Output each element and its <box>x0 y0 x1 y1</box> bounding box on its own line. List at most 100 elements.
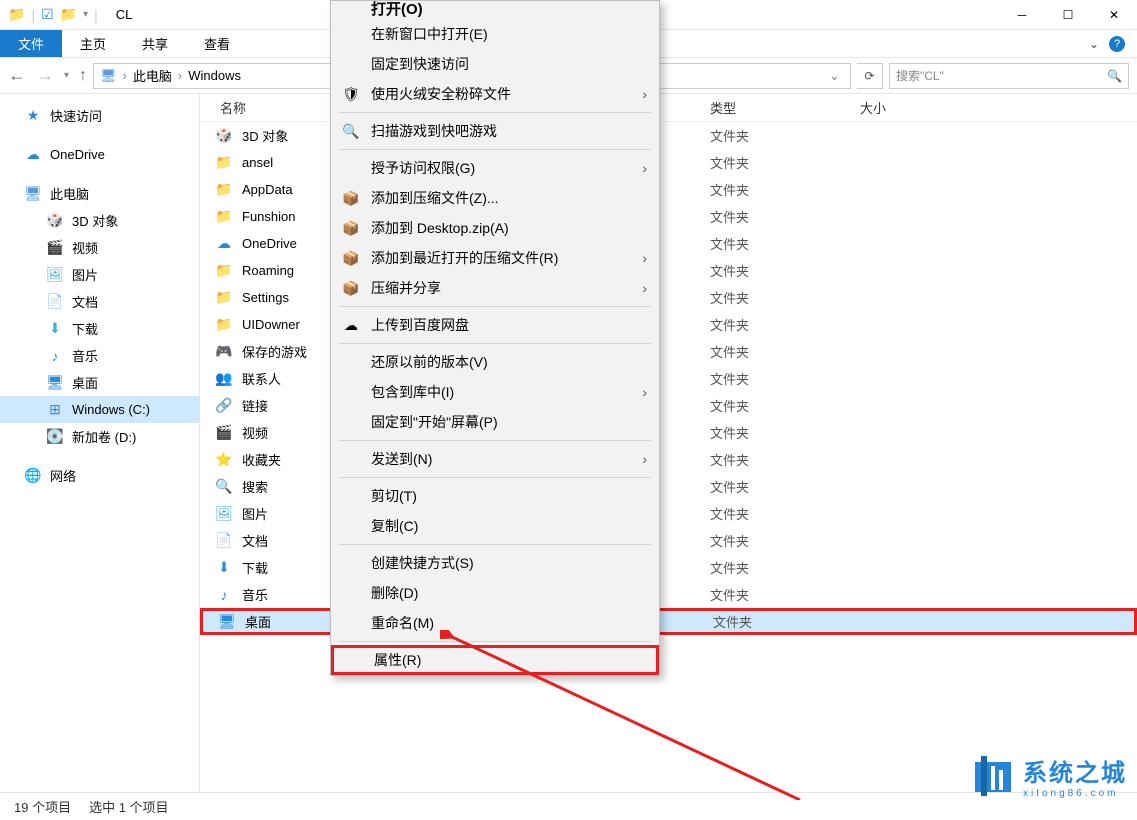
file-type: 文件夹 <box>710 207 860 226</box>
up-button[interactable]: ↑ <box>79 67 87 85</box>
downloads-icon: ⬇ <box>46 320 64 337</box>
nav-item[interactable]: ⊞Windows (C:) <box>0 396 199 423</box>
crumb-drive[interactable]: Windows <box>184 68 245 83</box>
file-type: 文件夹 <box>710 585 860 604</box>
file-type: 文件夹 <box>710 180 860 199</box>
close-button[interactable]: ✕ <box>1091 0 1137 30</box>
minimize-button[interactable]: ─ <box>999 0 1045 30</box>
menu-separator <box>339 343 651 344</box>
menu-item[interactable]: 打开(O) <box>331 1 659 19</box>
nav-item[interactable]: 🎲3D 对象 <box>0 207 199 234</box>
file-icon: 📁 <box>214 154 234 171</box>
file-type: 文件夹 <box>710 234 860 253</box>
pc-icon: 🖥 <box>100 68 117 84</box>
menu-item[interactable]: 📦压缩并分享› <box>331 273 659 303</box>
col-size[interactable]: 大小 <box>860 98 960 117</box>
documents-icon: 📄 <box>46 293 64 310</box>
qat-dd-icon[interactable]: ▾ <box>83 9 88 20</box>
menu-item[interactable]: 在新窗口中打开(E) <box>331 19 659 49</box>
zip-icon: 📦 <box>341 190 361 207</box>
checkbox-icon[interactable]: ☑ <box>41 6 54 23</box>
watermark: 系统之城 xitong86.com <box>969 752 1127 800</box>
file-icon: 🖥 <box>217 613 237 630</box>
nav-pane: ★快速访问 ☁OneDrive 🖥此电脑 🎲3D 对象🎬视频🖼图片📄文档⬇下载♪… <box>0 94 200 792</box>
menu-item[interactable]: 复制(C) <box>331 511 659 541</box>
menu-label: 打开(O) <box>371 1 647 19</box>
menu-separator <box>339 440 651 441</box>
menu-item[interactable]: 📦添加到 Desktop.zip(A) <box>331 213 659 243</box>
file-icon: 🎲 <box>214 127 234 144</box>
menu-label: 还原以前的版本(V) <box>371 352 647 372</box>
file-icon: 🖼 <box>214 505 234 522</box>
nav-item[interactable]: ♪音乐 <box>0 342 199 369</box>
menu-item[interactable]: 删除(D) <box>331 578 659 608</box>
menu-item[interactable]: 📦添加到压缩文件(Z)... <box>331 183 659 213</box>
menu-item[interactable]: 固定到快速访问 <box>331 49 659 79</box>
menu-label: 添加到最近打开的压缩文件(R) <box>371 248 632 268</box>
menu-item[interactable]: 固定到"开始"屏幕(P) <box>331 407 659 437</box>
maximize-button[interactable]: ☐ <box>1045 0 1091 30</box>
menu-item[interactable]: ☁上传到百度网盘 <box>331 310 659 340</box>
file-type: 文件夹 <box>710 126 860 145</box>
help-icon[interactable]: ? <box>1109 36 1125 52</box>
ribbon-tab-share[interactable]: 共享 <box>124 30 186 57</box>
nav-quick-access[interactable]: ★快速访问 <box>0 102 199 129</box>
menu-item[interactable]: 剪切(T) <box>331 481 659 511</box>
refresh-button[interactable]: ⟳ <box>857 63 883 89</box>
menu-label: 上传到百度网盘 <box>371 315 647 335</box>
menu-item[interactable]: 🛡使用火绒安全粉碎文件› <box>331 79 659 109</box>
file-type: 文件夹 <box>710 342 860 361</box>
history-dd[interactable]: ▾ <box>64 70 69 81</box>
menu-label: 添加到 Desktop.zip(A) <box>371 218 647 238</box>
menu-item[interactable]: 📦添加到最近打开的压缩文件(R)› <box>331 243 659 273</box>
chevron-right-icon: › <box>642 451 647 467</box>
network-icon: 🌐 <box>24 467 42 484</box>
menu-label: 压缩并分享 <box>371 278 632 298</box>
menu-item[interactable]: 重命名(M) <box>331 608 659 638</box>
crumb-pc[interactable]: 此电脑 <box>129 66 176 85</box>
nav-item[interactable]: 🖼图片 <box>0 261 199 288</box>
file-type: 文件夹 <box>710 396 860 415</box>
menu-item[interactable]: 还原以前的版本(V) <box>331 347 659 377</box>
search-icon[interactable]: 🔍 <box>1107 69 1122 83</box>
search-input[interactable]: 搜索"CL" 🔍 <box>889 63 1129 89</box>
file-type: 文件夹 <box>710 558 860 577</box>
status-selected: 选中 1 个项目 <box>89 797 168 816</box>
menu-label: 使用火绒安全粉碎文件 <box>371 84 632 104</box>
file-icon: ⭐ <box>214 451 234 468</box>
nav-this-pc[interactable]: 🖥此电脑 <box>0 180 199 207</box>
nav-onedrive[interactable]: ☁OneDrive <box>0 141 199 168</box>
back-button[interactable]: ← <box>8 65 26 86</box>
menu-item[interactable]: 发送到(N)› <box>331 444 659 474</box>
nav-item[interactable]: 📄文档 <box>0 288 199 315</box>
chevron-icon: › <box>176 68 184 83</box>
nav-network[interactable]: 🌐网络 <box>0 462 199 489</box>
file-icon: 📁 <box>214 208 234 225</box>
chevron-right-icon: › <box>642 160 647 176</box>
col-type[interactable]: 类型 <box>710 98 860 117</box>
ribbon-tab-home[interactable]: 主页 <box>62 30 124 57</box>
file-icon: 📁 <box>214 289 234 306</box>
addr-dd-icon[interactable]: ⌄ <box>825 68 844 84</box>
menu-item[interactable]: 包含到库中(I)› <box>331 377 659 407</box>
menu-item[interactable]: 创建快捷方式(S) <box>331 548 659 578</box>
ribbon-tab-view[interactable]: 查看 <box>186 30 248 57</box>
nav-item[interactable]: 🎬视频 <box>0 234 199 261</box>
folder2-icon: 📁 <box>60 6 77 23</box>
nav-item[interactable]: 🖥桌面 <box>0 369 199 396</box>
nav-item[interactable]: ⬇下载 <box>0 315 199 342</box>
menu-label: 重命名(M) <box>371 613 647 633</box>
file-icon: 🎮 <box>214 343 234 360</box>
qat-sep: | <box>31 7 35 23</box>
menu-item[interactable]: 🔍扫描游戏到快吧游戏 <box>331 116 659 146</box>
search-placeholder: 搜索"CL" <box>896 67 944 84</box>
3d-icon: 🎲 <box>46 212 64 229</box>
forward-button[interactable]: → <box>36 65 54 86</box>
menu-item[interactable]: 授予访问权限(G)› <box>331 153 659 183</box>
nav-item[interactable]: 💽新加卷 (D:) <box>0 423 199 450</box>
zip-icon: 📦 <box>341 280 361 297</box>
menu-item[interactable]: 属性(R) <box>331 645 659 675</box>
ribbon-tab-file[interactable]: 文件 <box>0 30 62 57</box>
chevron-down-icon[interactable]: ⌄ <box>1089 37 1099 51</box>
menu-label: 固定到快速访问 <box>371 54 647 74</box>
